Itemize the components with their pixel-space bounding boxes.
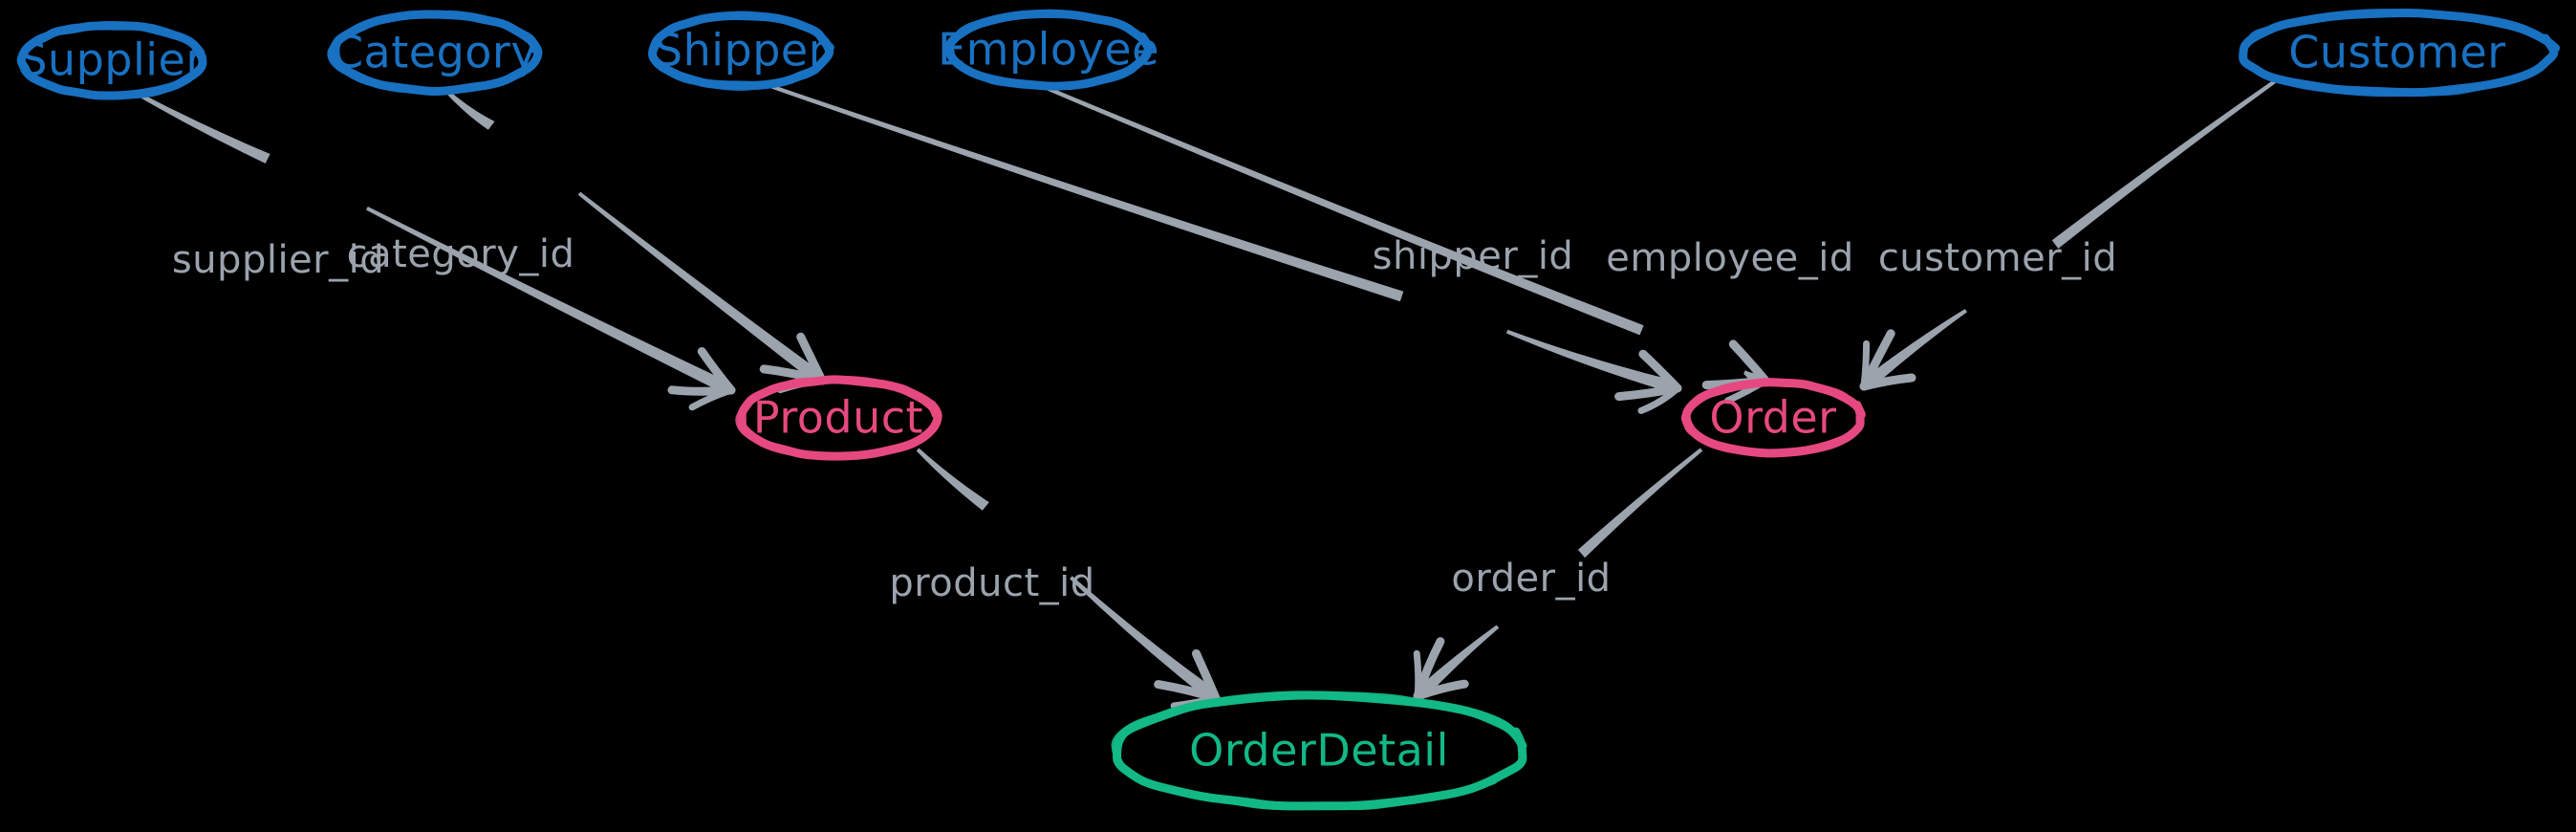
edge-label-order_id: order_id — [1451, 557, 1611, 601]
edge-label-customer_id: customer_id — [1878, 236, 2117, 280]
edge-arrowhead-stroke — [1860, 339, 1871, 390]
edge-arrowhead-stroke — [1413, 649, 1422, 700]
edge-e-customer-order[interactable] — [1859, 79, 2277, 391]
er-diagram-canvas: Supplier Category Shipper Employee Customer P… — [0, 0, 2576, 832]
entity-label-supplier: Supplier — [19, 34, 205, 86]
edge-stroke — [1577, 448, 1703, 558]
entity-node-shipper[interactable]: Shipper — [648, 11, 834, 91]
edge-label-employee_id: employee_id — [1606, 236, 1853, 280]
entity-label-employee: Employee — [938, 24, 1159, 76]
edge-label-shipper_id: shipper_id — [1373, 234, 1574, 278]
edge-stroke — [916, 448, 989, 511]
entity-label-category: Category — [333, 27, 537, 78]
entity-label-order: Order — [1709, 392, 1836, 444]
edge-label-product_id: product_id — [889, 561, 1094, 605]
entity-label-orderdetail: OrderDetail — [1189, 725, 1449, 777]
edge-stroke — [133, 90, 271, 164]
edge-stroke — [764, 82, 1404, 302]
er-diagram-svg: Supplier Category Shipper Employee Customer P… — [16, 8, 2561, 811]
entity-node-category[interactable]: Category — [327, 10, 543, 96]
entity-node-orderdetail[interactable]: OrderDetail — [1111, 690, 1527, 811]
edges-layer — [133, 79, 2277, 710]
entity-label-product: Product — [753, 392, 923, 444]
edge-stroke — [2051, 79, 2277, 250]
entity-node-employee[interactable]: Employee — [938, 9, 1159, 91]
edge-stroke — [444, 89, 495, 130]
nodes-layer: Supplier Category Shipper Employee Customer P… — [16, 8, 2561, 811]
entity-node-supplier[interactable]: Supplier — [16, 20, 207, 100]
edge-label-category_id: category_id — [347, 232, 575, 276]
entity-node-customer[interactable]: Customer — [2239, 8, 2561, 98]
entity-node-order[interactable]: Order — [1680, 378, 1866, 458]
entity-label-shipper: Shipper — [655, 25, 827, 77]
entity-node-product[interactable]: Product — [735, 375, 942, 461]
entity-label-customer: Customer — [2288, 27, 2505, 78]
